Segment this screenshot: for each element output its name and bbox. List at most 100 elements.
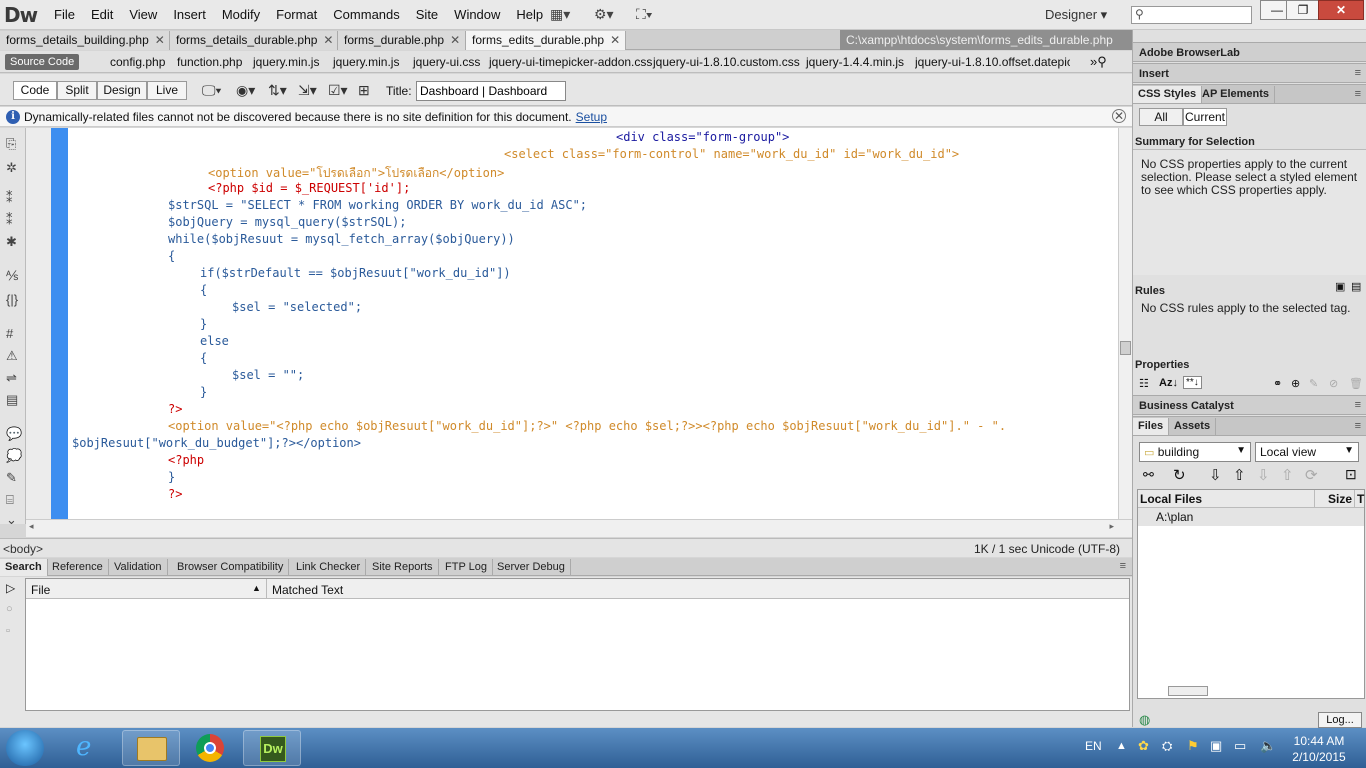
horizontal-scrollbar[interactable]: ◂ ▸	[26, 519, 1132, 537]
save-report-icon[interactable]: ▫	[6, 625, 10, 637]
tab-files[interactable]: Files	[1133, 418, 1170, 435]
removable-device-icon[interactable]: ▣	[1210, 738, 1222, 754]
multiscreen-icon[interactable]: 🖵▾	[202, 82, 221, 99]
tray-network-share-icon[interactable]: ⛭	[1162, 738, 1172, 754]
tab-forms-details-durable[interactable]: forms_details_durable.php ✕	[170, 31, 338, 50]
cascade-icon[interactable]: ▤	[1351, 280, 1361, 293]
column-type[interactable]: T	[1357, 492, 1364, 506]
close-icon[interactable]: ✕	[1112, 109, 1126, 123]
css-all-button[interactable]: All	[1139, 108, 1183, 126]
split-view-button[interactable]: Split	[57, 81, 97, 100]
menu-file[interactable]: File	[46, 7, 83, 22]
panel-menu-icon[interactable]: ≡	[1355, 67, 1361, 79]
related-file[interactable]: jquery-ui.css	[413, 55, 480, 69]
layout-icon[interactable]: ▦▾	[550, 6, 570, 23]
chrome-taskbar-button[interactable]	[182, 730, 240, 766]
more-files-icon[interactable]: »⚲	[1090, 54, 1107, 70]
menu-commands[interactable]: Commands	[325, 7, 407, 22]
close-icon[interactable]: ✕	[450, 33, 460, 47]
related-file[interactable]: jquery-1.4.4.min.js	[806, 55, 904, 69]
validate-icon[interactable]: ⊞	[358, 82, 370, 99]
browser-preview-icon[interactable]: ◉▾	[236, 82, 255, 99]
stop-icon[interactable]: ○	[6, 603, 13, 615]
close-icon[interactable]: ✕	[610, 33, 620, 47]
panel-menu-icon[interactable]: ≡	[1355, 420, 1361, 432]
tab-search[interactable]: Search	[0, 559, 48, 576]
browserlab-panel-header[interactable]: Adobe BrowserLab	[1133, 42, 1366, 62]
inspect-icon[interactable]: ⇲▾	[298, 82, 317, 99]
list-item[interactable]: A:\plan	[1138, 508, 1364, 526]
attach-stylesheet-icon[interactable]: ⚭	[1273, 377, 1282, 390]
log-button[interactable]: Log...	[1318, 712, 1362, 728]
tab-assets[interactable]: Assets	[1169, 418, 1217, 435]
start-button[interactable]	[6, 730, 44, 766]
visual-aids-icon[interactable]: ☑▾	[328, 82, 348, 99]
tab-css-styles[interactable]: CSS Styles	[1133, 86, 1203, 103]
show-info-icon[interactable]: ▣	[1335, 280, 1345, 293]
explorer-taskbar-button[interactable]	[122, 730, 180, 766]
menu-site[interactable]: Site	[408, 7, 446, 22]
related-file[interactable]: jquery-ui-1.8.10.offset.datepick	[915, 55, 1070, 69]
menu-insert[interactable]: Insert	[165, 7, 214, 22]
language-indicator[interactable]: EN	[1085, 739, 1102, 753]
show-hidden-icons[interactable]: ▲	[1116, 740, 1127, 752]
column-local-files[interactable]: Local Files	[1140, 492, 1202, 506]
live-view-button[interactable]: Live	[147, 81, 187, 100]
page-title-input[interactable]	[416, 81, 566, 101]
menu-view[interactable]: View	[121, 7, 165, 22]
close-icon[interactable]: ✕	[323, 33, 333, 47]
show-set-properties-icon[interactable]: **↓	[1183, 376, 1202, 389]
tab-server-debug[interactable]: Server Debug	[492, 559, 571, 576]
clock[interactable]: 10:44 AM 2/10/2015	[1288, 733, 1350, 765]
file-management-icon[interactable]: ⇅▾	[268, 82, 287, 99]
business-catalyst-header[interactable]: Business Catalyst ≡	[1133, 395, 1366, 415]
related-file[interactable]: config.php	[110, 55, 165, 69]
menu-modify[interactable]: Modify	[214, 7, 268, 22]
related-file[interactable]: function.php	[177, 55, 242, 69]
code-view-button[interactable]: Code	[13, 81, 57, 100]
tab-ftp-log[interactable]: FTP Log	[440, 559, 493, 576]
check-out-icon[interactable]: ⇩	[1257, 466, 1270, 484]
get-files-icon[interactable]: ⇩	[1209, 466, 1222, 484]
new-css-rule-icon[interactable]: ⊕	[1291, 377, 1300, 390]
menu-format[interactable]: Format	[268, 7, 325, 22]
volume-icon[interactable]: 🔈	[1260, 738, 1276, 754]
tab-browser-compatibility[interactable]: Browser Compatibility	[172, 559, 290, 576]
view-select[interactable]: Local view ▼	[1255, 442, 1359, 462]
source-code-button[interactable]: Source Code	[5, 54, 80, 70]
site-select[interactable]: ▭ building ▼	[1139, 442, 1251, 462]
site-icon[interactable]: ⛶▾	[636, 6, 653, 23]
tray-app-icon[interactable]: ✿	[1138, 738, 1149, 754]
column-file[interactable]: File	[31, 583, 50, 597]
network-icon[interactable]: ▭	[1234, 738, 1246, 754]
play-icon[interactable]: ▷	[6, 581, 15, 595]
close-icon[interactable]: ✕	[155, 33, 165, 47]
column-matched-text[interactable]: Matched Text	[272, 583, 343, 597]
tab-link-checker[interactable]: Link Checker	[291, 559, 367, 576]
tag-selector[interactable]: <body>	[3, 542, 43, 556]
ie-taskbar-button[interactable]: e	[62, 730, 120, 766]
refresh-icon[interactable]: ↻	[1173, 466, 1186, 484]
menu-window[interactable]: Window	[446, 7, 508, 22]
gear-icon[interactable]: ⚙▾	[594, 6, 614, 23]
check-in-icon[interactable]: ⇧	[1281, 466, 1294, 484]
panel-menu-icon[interactable]: ≡	[1120, 560, 1126, 572]
category-view-icon[interactable]: ☷	[1139, 377, 1149, 390]
insert-panel-header[interactable]: Insert ≡	[1133, 63, 1366, 83]
disable-icon[interactable]: ⊘	[1329, 377, 1338, 390]
tab-reference[interactable]: Reference	[47, 559, 109, 576]
connect-icon[interactable]: ⚯	[1143, 467, 1154, 483]
menu-edit[interactable]: Edit	[83, 7, 121, 22]
design-view-button[interactable]: Design	[97, 81, 147, 100]
related-file[interactable]: jquery-ui-timepicker-addon.css	[489, 55, 652, 69]
panel-menu-icon[interactable]: ≡	[1355, 88, 1361, 100]
action-center-icon[interactable]: ⚑	[1187, 738, 1199, 754]
dreamweaver-taskbar-button[interactable]: Dw	[243, 730, 301, 766]
tab-ap-elements[interactable]: AP Elements	[1197, 86, 1276, 103]
tab-forms-edits-durable[interactable]: forms_edits_durable.php ✕	[466, 31, 626, 50]
delete-icon[interactable]: 🗑	[1349, 377, 1363, 390]
close-button[interactable]: ✕	[1318, 0, 1364, 20]
expand-icon[interactable]: ⊡	[1345, 466, 1357, 483]
related-file[interactable]: jquery-ui-1.8.10.custom.css	[653, 55, 800, 69]
related-file[interactable]: jquery.min.js	[333, 55, 399, 69]
